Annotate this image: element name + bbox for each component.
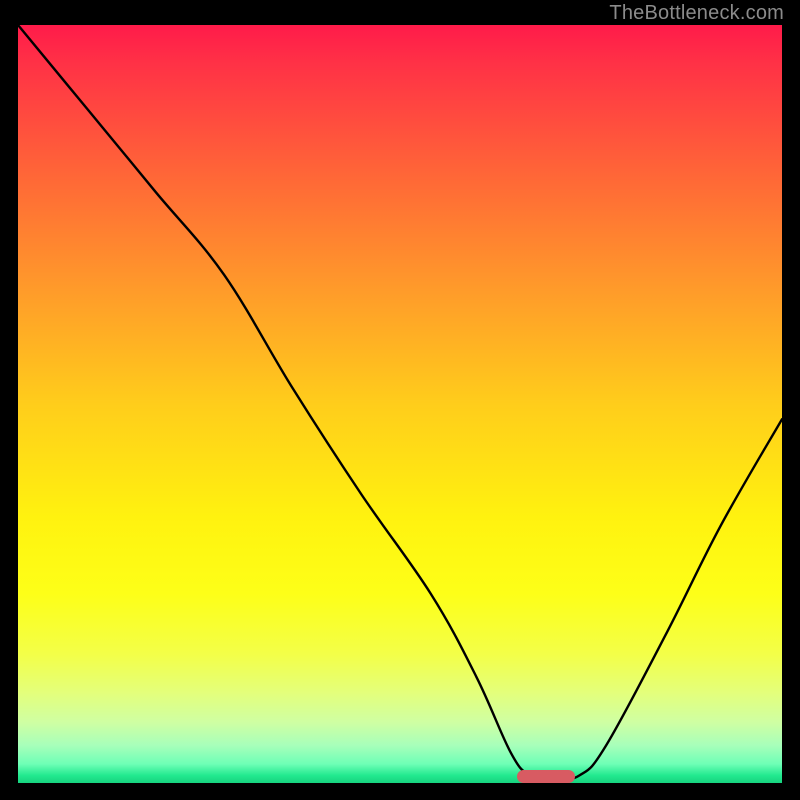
curve-path [18, 25, 782, 780]
plot-area [18, 25, 782, 783]
chart-frame [18, 25, 782, 783]
bottleneck-curve [18, 25, 782, 783]
optimal-marker-pill [517, 770, 575, 783]
watermark-text: TheBottleneck.com [609, 2, 784, 25]
